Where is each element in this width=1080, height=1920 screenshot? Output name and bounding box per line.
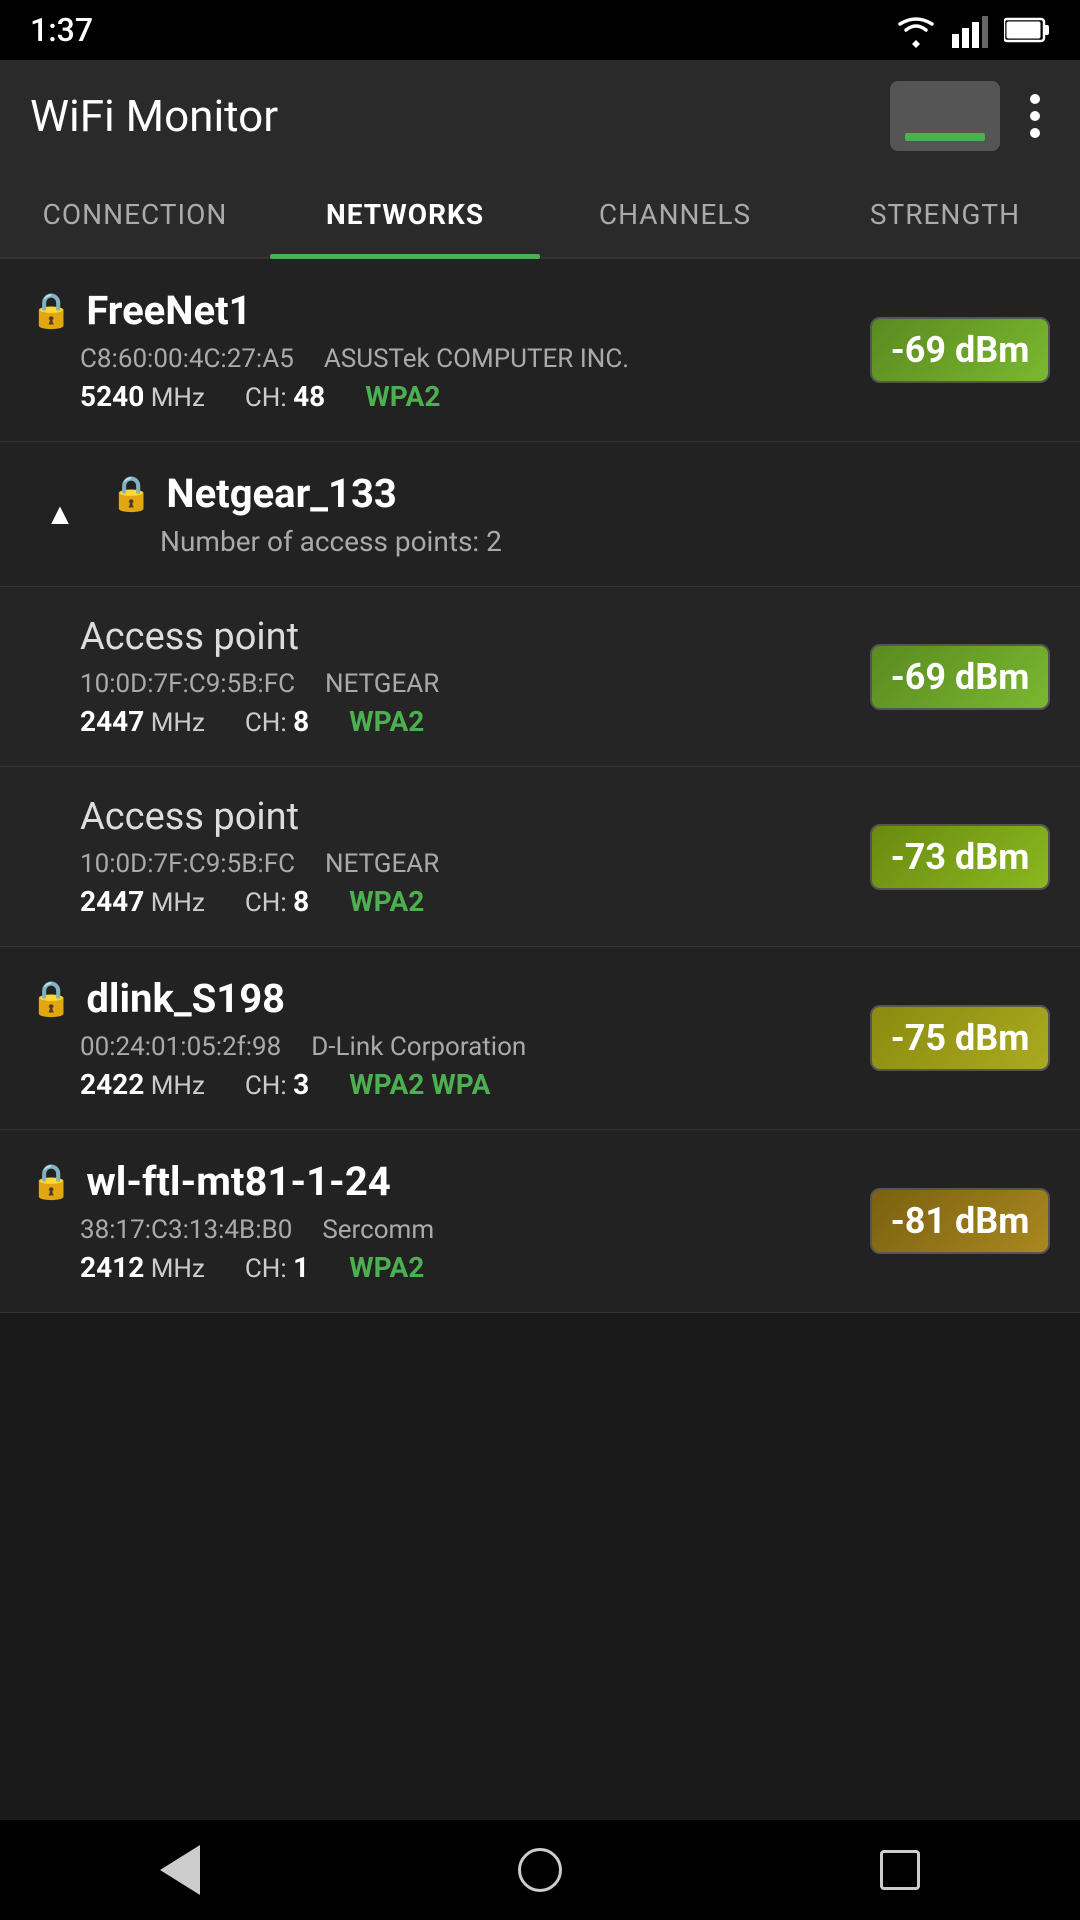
lock-icon: 🔒 — [30, 291, 72, 331]
vendor: D-Link Corporation — [311, 1032, 526, 1062]
mac-address: 00:24:01:05:2f:98 — [80, 1032, 281, 1062]
signal-badge: -81 dBm — [870, 1188, 1050, 1254]
app-bar-actions — [890, 81, 1050, 151]
access-point-label: Access point — [80, 615, 870, 659]
wifi-icon — [896, 12, 936, 48]
vendor: ASUSTek COMPUTER INC. — [324, 344, 629, 374]
app-title: WiFi Monitor — [30, 90, 278, 142]
recents-button[interactable] — [870, 1840, 930, 1900]
back-button[interactable] — [150, 1840, 210, 1900]
vendor: Sercomm — [322, 1215, 434, 1245]
signal-badge: -69 dBm — [870, 317, 1050, 383]
ap-signal-badge: -73 dBm — [870, 824, 1050, 890]
ap-signal-badge: -69 dBm — [870, 644, 1050, 710]
collapse-button[interactable]: ▲ — [30, 484, 90, 544]
ap-security: WPA2 — [349, 885, 424, 918]
ap-vendor: NETGEAR — [325, 849, 439, 879]
status-time: 1:37 — [30, 11, 93, 49]
status-bar: 1:37 — [0, 0, 1080, 60]
lock-icon: 🔒 — [30, 1162, 72, 1202]
signal-badge: -75 dBm — [870, 1005, 1050, 1071]
network-group-name: Netgear_133 — [166, 470, 397, 517]
graph-bar — [905, 133, 985, 141]
tab-strength[interactable]: STRENGTH — [810, 172, 1080, 257]
graph-button[interactable] — [890, 81, 1000, 151]
app-bar: WiFi Monitor — [0, 60, 1080, 172]
access-point-label: Access point — [80, 795, 870, 839]
status-icons — [896, 12, 1050, 48]
access-point-item[interactable]: Access point 10:0D:7F:C9:5B:FC NETGEAR 2… — [0, 767, 1080, 947]
mac-address: C8:60:00:4C:27:A5 — [80, 344, 294, 374]
tab-connection[interactable]: CONNECTION — [0, 172, 270, 257]
tab-channels[interactable]: CHANNELS — [540, 172, 810, 257]
battery-icon — [1004, 17, 1050, 43]
lock-icon: 🔒 — [30, 979, 72, 1019]
security-badge: WPA2 WPA — [349, 1068, 490, 1101]
security-badge: WPA2 — [365, 380, 440, 413]
access-point-item[interactable]: Access point 10:0D:7F:C9:5B:FC NETGEAR 2… — [0, 587, 1080, 767]
ap-vendor: NETGEAR — [325, 669, 439, 699]
network-group-header[interactable]: ▲ 🔒 Netgear_133 Number of access points:… — [0, 442, 1080, 587]
more-menu-button[interactable] — [1020, 84, 1050, 148]
security-badge: WPA2 — [349, 1251, 424, 1284]
ap-mac: 10:0D:7F:C9:5B:FC — [80, 669, 295, 699]
network-item[interactable]: 🔒 FreeNet1 C8:60:00:4C:27:A5 ASUSTek COM… — [0, 259, 1080, 442]
signal-icon — [952, 12, 988, 48]
network-name: wl-ftl-mt81-1-24 — [86, 1158, 390, 1205]
tab-networks[interactable]: NETWORKS — [270, 172, 540, 257]
access-points-count: Number of access points: 2 — [160, 525, 1050, 558]
ap-security: WPA2 — [349, 705, 424, 738]
ap-mac: 10:0D:7F:C9:5B:FC — [80, 849, 295, 879]
home-button[interactable] — [510, 1840, 570, 1900]
network-item[interactable]: 🔒 dlink_S198 00:24:01:05:2f:98 D-Link Co… — [0, 947, 1080, 1130]
network-name: FreeNet1 — [86, 287, 251, 334]
tabs: CONNECTION NETWORKS CHANNELS STRENGTH — [0, 172, 1080, 259]
network-item[interactable]: 🔒 wl-ftl-mt81-1-24 38:17:C3:13:4B:B0 Ser… — [0, 1130, 1080, 1313]
lock-icon: 🔒 — [110, 474, 152, 514]
mac-address: 38:17:C3:13:4B:B0 — [80, 1215, 292, 1245]
network-name: dlink_S198 — [86, 975, 285, 1022]
network-list: 🔒 FreeNet1 C8:60:00:4C:27:A5 ASUSTek COM… — [0, 259, 1080, 1313]
bottom-nav — [0, 1820, 1080, 1920]
